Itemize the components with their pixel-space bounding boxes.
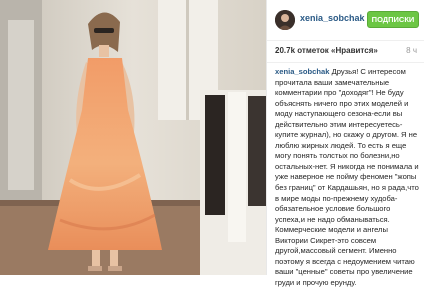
- post-side-panel: xenia_sobchak ПОДПИСКИ 20.7k отметок «Нр…: [266, 0, 424, 287]
- username-link[interactable]: xenia_sobchak: [300, 13, 365, 23]
- caption-text: Друзья! С интересом прочитала ваши замеч…: [275, 67, 419, 287]
- caption-author-link[interactable]: xenia_sobchak: [275, 67, 329, 76]
- post-photo[interactable]: [0, 0, 266, 275]
- avatar-icon: [275, 10, 295, 30]
- instagram-post: xenia_sobchak ПОДПИСКИ 20.7k отметок «Нр…: [0, 0, 424, 287]
- likes-count[interactable]: 20.7k отметок «Нравится»: [275, 46, 378, 55]
- post-time: 8 ч: [406, 46, 417, 55]
- post-meta: 20.7k отметок «Нравится» 8 ч: [267, 40, 424, 63]
- dress-photo-illustration: [0, 0, 266, 275]
- post-caption: xenia_sobchak Друзья! С интересом прочит…: [275, 67, 421, 288]
- post-header: xenia_sobchak ПОДПИСКИ: [267, 0, 424, 41]
- follow-button[interactable]: ПОДПИСКИ: [367, 11, 419, 28]
- avatar[interactable]: [275, 10, 295, 30]
